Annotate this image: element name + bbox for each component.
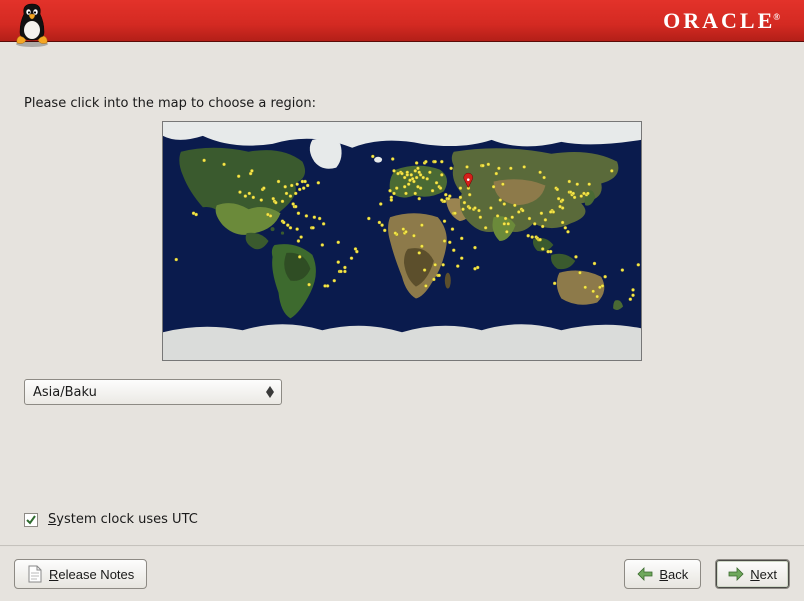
next-label: Next: [750, 567, 777, 582]
timezone-select[interactable]: Asia/Baku: [24, 379, 282, 405]
timezone-map[interactable]: [162, 121, 642, 361]
release-notes-label: Release Notes: [49, 567, 134, 582]
utc-checkbox[interactable]: [24, 513, 38, 527]
select-stepper-icon: [263, 386, 277, 398]
document-icon: [27, 565, 43, 583]
oracle-logo-text: ORACLE: [663, 8, 775, 33]
arrow-left-icon: [637, 567, 653, 581]
back-button[interactable]: Back: [624, 559, 701, 589]
content-area: Please click into the map to choose a re…: [0, 44, 804, 547]
timezone-selected-label: Asia/Baku: [33, 385, 257, 400]
back-label: Back: [659, 567, 688, 582]
utc-row: System clock uses UTC: [24, 512, 198, 527]
footer: Release Notes Back Next: [0, 547, 804, 601]
header: ORACLE®: [0, 0, 804, 42]
instruction-text: Please click into the map to choose a re…: [24, 96, 780, 111]
arrow-right-icon: [728, 567, 744, 581]
release-notes-button[interactable]: Release Notes: [14, 559, 147, 589]
registered-mark: ®: [773, 12, 780, 22]
tux-mascot-icon: [10, 0, 54, 48]
next-button[interactable]: Next: [715, 559, 790, 589]
oracle-logo: ORACLE®: [663, 8, 780, 34]
utc-label: System clock uses UTC: [48, 512, 198, 527]
